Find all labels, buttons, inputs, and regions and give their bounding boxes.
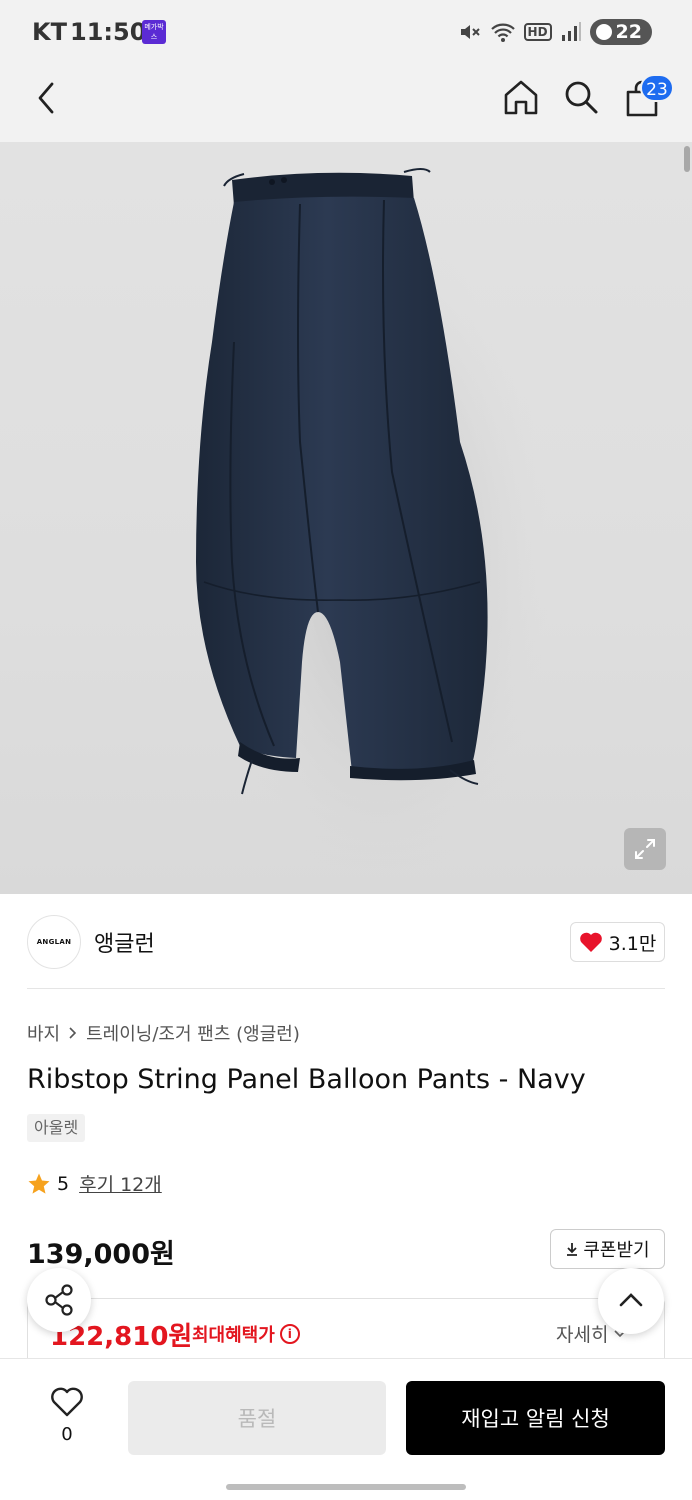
- home-icon[interactable]: [500, 76, 542, 118]
- wifi-icon: [490, 23, 515, 42]
- product-title: Ribstop String Panel Balloon Pants - Nav…: [27, 1064, 586, 1095]
- breadcrumb: 바지 트레이닝/조거 팬츠 (앵글런): [27, 1020, 300, 1046]
- max-benefit-label: 최대혜택가 i: [192, 1321, 300, 1347]
- time-label: 11:50: [70, 18, 147, 46]
- cart-count-badge: 23: [640, 74, 674, 102]
- mute-icon: [460, 25, 480, 39]
- chevron-right-icon: [69, 1027, 77, 1039]
- soldout-button: 품절: [128, 1381, 386, 1455]
- breadcrumb-subcategory[interactable]: 트레이닝/조거 팬츠 (앵글런): [86, 1020, 300, 1046]
- signal-icon: [561, 22, 581, 41]
- product-price: 139,000원: [27, 1239, 175, 1270]
- battery-level: 22: [615, 21, 642, 43]
- rating-row: 5 후기 12개: [27, 1170, 162, 1197]
- review-count-link[interactable]: 후기 12개: [79, 1170, 162, 1197]
- brand-name[interactable]: 앵글런: [94, 926, 155, 958]
- back-arrow-icon[interactable]: [28, 78, 68, 118]
- coupon-label: 쿠폰받기: [583, 1240, 650, 1261]
- breadcrumb-category[interactable]: 바지: [27, 1020, 60, 1046]
- share-button[interactable]: [27, 1268, 91, 1332]
- image-scroll-indicator: [684, 146, 690, 172]
- product-image[interactable]: [0, 142, 692, 894]
- battery-icon: [595, 24, 612, 40]
- expand-icon: [635, 839, 655, 859]
- star-icon: [28, 1173, 50, 1194]
- download-icon: [567, 1243, 578, 1256]
- carrier-label: KT: [32, 18, 67, 46]
- brand-logo[interactable]: ANGLAN: [27, 915, 81, 969]
- coupon-button[interactable]: 쿠폰받기: [550, 1229, 665, 1269]
- outlet-tag: 아울렛: [27, 1114, 86, 1142]
- share-icon: [45, 1284, 73, 1316]
- home-indicator[interactable]: [226, 1484, 466, 1490]
- status-icons: HD 22: [458, 16, 652, 48]
- app-header: 23: [0, 64, 692, 142]
- status-bar: KT 11:50 메가박스 HD 22: [0, 0, 692, 64]
- rating-score: 5: [57, 1172, 70, 1195]
- expand-image-button[interactable]: [624, 828, 666, 870]
- brand-logo-text: ANGLAN: [36, 938, 72, 946]
- wishlist-button[interactable]: 0: [44, 1384, 90, 1450]
- max-benefit-text: 최대혜택가: [192, 1325, 275, 1346]
- wishlist-count: 0: [61, 1424, 73, 1445]
- divider: [27, 988, 665, 989]
- chevron-up-icon: [619, 1293, 643, 1307]
- megabox-app-icon: 메가박스: [142, 20, 166, 44]
- restock-alert-button[interactable]: 재입고 알림 신청: [406, 1381, 665, 1455]
- megabox-icon-text: 메가박스: [144, 23, 164, 41]
- search-icon[interactable]: [560, 76, 602, 118]
- battery-indicator: 22: [589, 19, 652, 45]
- like-count: 3.1만: [608, 932, 657, 955]
- hd-icon: HD: [523, 23, 552, 41]
- scroll-top-button[interactable]: [598, 1268, 664, 1334]
- brand-like-button[interactable]: 3.1만: [570, 922, 665, 962]
- heart-outline-icon: [51, 1387, 83, 1417]
- balloon-pants-image: [196, 168, 550, 892]
- info-icon[interactable]: i: [279, 1324, 300, 1344]
- heart-filled-icon: [579, 932, 602, 952]
